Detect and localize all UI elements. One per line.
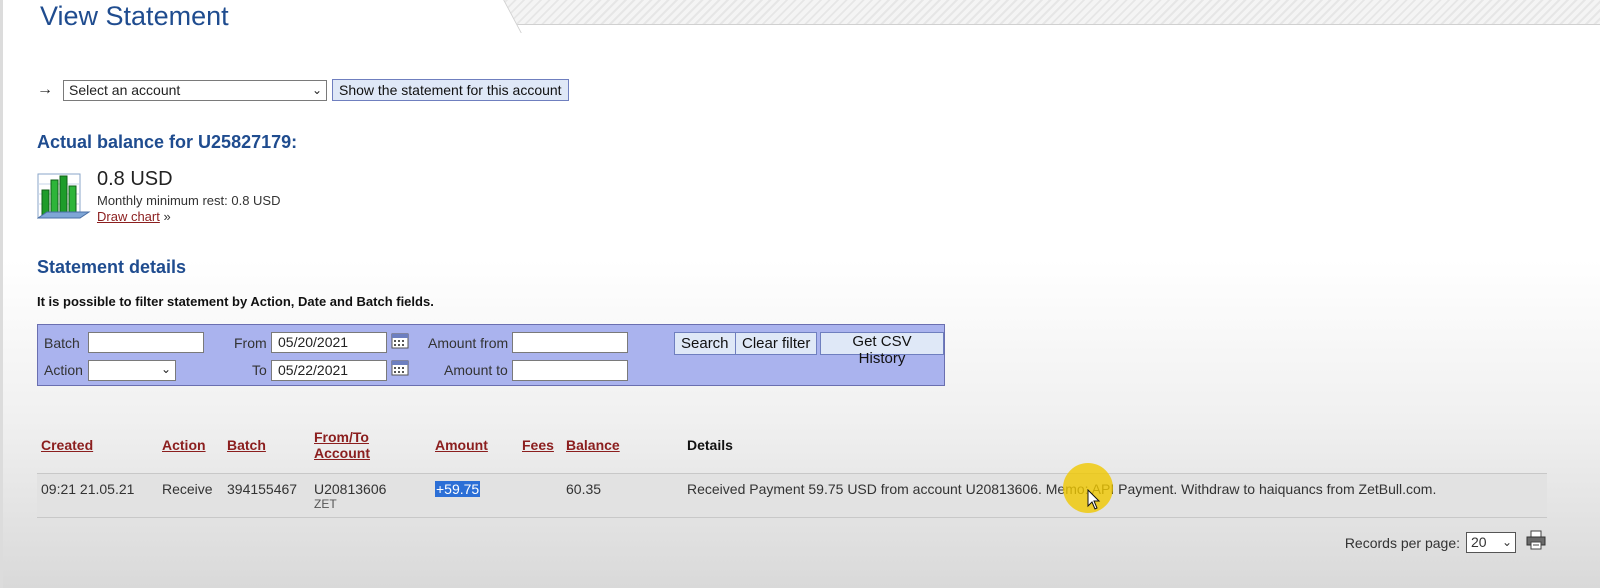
from-date-input[interactable]: 05/20/2021 — [271, 332, 387, 353]
records-per-page-select[interactable]: 20 ⌄ — [1466, 532, 1516, 553]
cell-fees — [518, 473, 562, 518]
chevron-down-icon: ⌄ — [160, 362, 171, 376]
column-created[interactable]: Created — [37, 425, 158, 474]
account-select-row: → Select an account ⌄ Show the statement… — [37, 79, 569, 101]
balance-amount: 0.8 USD — [97, 168, 173, 190]
cell-details: Received Payment 59.75 USD from account … — [683, 473, 1547, 518]
to-date-input[interactable]: 05/22/2021 — [271, 360, 387, 381]
show-statement-button[interactable]: Show the statement for this account — [332, 79, 569, 101]
amount-value: +59.75 — [435, 481, 481, 497]
account-number: U20813606 — [314, 481, 387, 497]
column-batch[interactable]: Batch — [223, 425, 310, 474]
chevron-down-icon: ⌄ — [1501, 535, 1512, 549]
column-action[interactable]: Action — [158, 425, 223, 474]
column-amount[interactable]: Amount — [431, 425, 518, 474]
draw-chart-link[interactable]: Draw chart — [97, 209, 160, 224]
cell-created: 09:21 21.05.21 — [37, 473, 158, 518]
amount-from-input[interactable] — [512, 332, 628, 353]
records-per-page-value: 20 — [1471, 534, 1487, 550]
arrow-icon: → — [37, 81, 53, 98]
batch-input[interactable] — [88, 332, 204, 353]
draw-chart-suffix: » — [163, 209, 171, 224]
filter-note: It is possible to filter statement by Ac… — [37, 294, 434, 309]
filter-panel: Batch Action ⌄ From 05/20/2021 To 05/22/… — [37, 324, 945, 386]
statement-table: Created Action Batch From/To Account Amo… — [37, 425, 1547, 518]
column-fees[interactable]: Fees — [518, 425, 562, 474]
table-header-row: Created Action Batch From/To Account Amo… — [37, 425, 1547, 474]
account-name: ZET — [314, 497, 337, 511]
column-details: Details — [687, 437, 733, 453]
amount-from-label: Amount from — [428, 335, 509, 351]
column-balance[interactable]: Balance — [562, 425, 683, 474]
page-title: View Statement — [40, 1, 229, 31]
cell-balance: 60.35 — [562, 473, 683, 518]
action-select[interactable]: ⌄ — [88, 360, 176, 381]
calendar-icon[interactable] — [391, 359, 409, 376]
from-label: From — [234, 335, 267, 351]
action-label: Action — [44, 362, 83, 378]
statement-heading: Statement details — [37, 257, 187, 277]
header-tab-stripe — [500, 0, 1600, 25]
cell-batch: 394155467 — [223, 473, 310, 518]
cell-action: Receive — [158, 473, 223, 518]
balance-heading: Actual balance for U25827179: — [37, 132, 298, 152]
column-from-to-account[interactable]: From/To Account — [310, 425, 431, 474]
clear-filter-button[interactable]: Clear filter — [735, 332, 818, 355]
get-csv-history-button[interactable]: Get CSV History — [820, 332, 944, 367]
records-per-page: Records per page: 20 ⌄ — [1345, 532, 1516, 553]
to-label: To — [252, 362, 267, 378]
page-left-border — [0, 0, 3, 588]
amount-to-input[interactable] — [512, 360, 628, 381]
account-select-value: Select an account — [69, 81, 181, 98]
cell-amount: +59.75 — [431, 473, 518, 518]
calendar-icon[interactable] — [391, 332, 409, 349]
records-per-page-label: Records per page: — [1344, 534, 1460, 551]
amount-to-label: Amount to — [444, 362, 508, 378]
account-select[interactable]: Select an account ⌄ — [63, 79, 327, 101]
table-row[interactable]: 09:21 21.05.21 Receive 394155467 U208136… — [37, 473, 1547, 518]
monthly-minimum-rest: Monthly minimum rest: 0.8 USD — [97, 193, 281, 208]
bar-chart-icon — [37, 173, 91, 219]
cell-account: U20813606 ZET — [310, 473, 431, 518]
mouse-cursor-icon — [1087, 489, 1101, 510]
printer-icon[interactable] — [1526, 530, 1546, 550]
batch-label: Batch — [44, 335, 80, 351]
draw-chart-row: Draw chart » — [97, 209, 171, 224]
search-button[interactable]: Search — [674, 332, 736, 355]
chevron-down-icon: ⌄ — [311, 82, 322, 97]
